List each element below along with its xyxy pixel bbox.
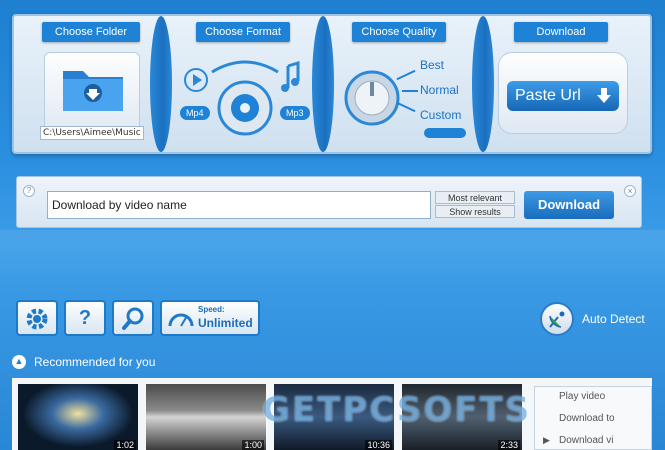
search-button[interactable] [112, 300, 154, 336]
format-mp3-label: Mp3 [286, 108, 304, 118]
choose-folder-button[interactable] [44, 52, 140, 134]
download-title: Download [514, 22, 608, 42]
format-mp4-tag[interactable]: Mp4 [180, 106, 210, 120]
video-duration: 1:00 [242, 440, 264, 450]
format-dial[interactable] [182, 54, 308, 144]
download-arrow-icon [597, 88, 611, 103]
show-results-button[interactable]: Show results [435, 205, 515, 218]
menu-item-download-to[interactable]: Download to [559, 413, 615, 424]
quality-pointer [402, 90, 418, 92]
choose-quality-title: Choose Quality [352, 22, 446, 42]
choose-folder-title: Choose Folder [42, 22, 140, 42]
search-panel: ? Most relevant Show results Download × [16, 176, 642, 228]
recommended-title: Recommended for you [34, 355, 156, 369]
video-duration: 10:36 [365, 440, 392, 450]
background-glow [0, 230, 665, 290]
most-relevant-button[interactable]: Most relevant [435, 191, 515, 204]
video-duration: 2:33 [498, 440, 520, 450]
video-duration: 1:02 [114, 440, 136, 450]
search-icon [122, 307, 144, 330]
help-button[interactable]: ? [64, 300, 106, 336]
help-icon[interactable]: ? [23, 185, 35, 197]
paste-url-label: Paste Url [515, 87, 581, 104]
satellite-dish-icon [549, 311, 565, 328]
video-thumbnail[interactable]: 1:00 [146, 384, 266, 450]
auto-detect-label: Auto Detect [582, 312, 645, 326]
video-thumbnail[interactable]: 1:02 [18, 384, 138, 450]
quality-normal[interactable]: Normal [420, 83, 459, 97]
section-divider [312, 16, 334, 152]
play-icon: ▶ [543, 435, 550, 445]
section-divider [150, 16, 172, 152]
speedometer-icon [168, 313, 194, 327]
speed-button[interactable]: Speed: Unlimited [160, 300, 260, 336]
watermark-logo: GETPCSOFTS [262, 390, 532, 430]
paste-url-button[interactable]: Paste Url [507, 81, 619, 111]
collapse-recommended-icon[interactable]: ▲ [12, 355, 26, 369]
quality-custom[interactable]: Custom [420, 108, 461, 122]
menu-item-play-video[interactable]: Play video [559, 391, 605, 402]
folder-path: C:\Users\Aimee\Music [40, 126, 144, 140]
quality-best[interactable]: Best [420, 58, 444, 72]
quality-knob[interactable] [342, 68, 402, 128]
choose-format-title: Choose Format [196, 22, 290, 42]
custom-quality-slider[interactable] [424, 128, 466, 138]
speed-value: Unlimited [198, 316, 253, 330]
section-divider [472, 16, 494, 152]
settings-button[interactable] [16, 300, 58, 336]
format-mp4-label: Mp4 [186, 108, 204, 118]
format-mp3-tag[interactable]: Mp3 [280, 106, 310, 120]
gear-icon [26, 308, 48, 330]
folder-icon [63, 71, 123, 111]
search-input[interactable] [47, 191, 431, 219]
auto-detect-button[interactable] [540, 302, 574, 336]
speed-caption: Speed: [198, 305, 225, 314]
download-button[interactable]: Download [524, 191, 614, 219]
video-context-menu: Play video Download to Download vi ▶ [534, 386, 652, 450]
close-icon[interactable]: × [624, 185, 636, 197]
top-panel: Choose Folder C:\Users\Aimee\Music Choos… [12, 14, 652, 154]
paste-url-panel: Paste Url [498, 52, 628, 134]
menu-item-download-video[interactable]: Download vi [559, 435, 613, 446]
